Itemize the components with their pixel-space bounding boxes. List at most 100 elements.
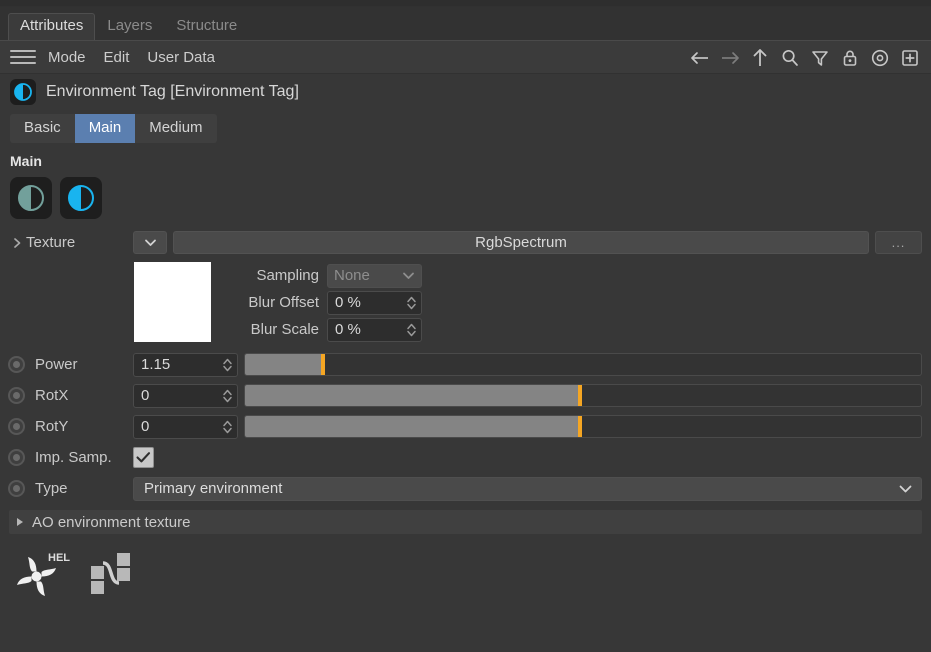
type-select[interactable]: Primary environment	[133, 476, 922, 501]
section-tabs: Basic Main Medium	[10, 114, 217, 143]
rotx-animate-toggle[interactable]	[8, 387, 25, 404]
texture-browse-button[interactable]: ...	[875, 231, 922, 254]
power-stepper[interactable]	[221, 357, 233, 373]
sampling-label: Sampling	[256, 267, 319, 284]
arrow-right-icon[interactable]	[717, 45, 743, 71]
power-input[interactable]: 1.15	[133, 352, 238, 377]
tab-layers[interactable]: Layers	[95, 13, 164, 40]
roty-slider-handle[interactable]	[577, 416, 582, 437]
environment-toggle-row	[0, 175, 931, 227]
sampling-fields: Sampling None Blur Offset 0 % Blur Scale…	[219, 262, 422, 343]
environment-tag-icon	[10, 79, 36, 105]
imp-samp-label: Imp. Samp.	[35, 449, 112, 466]
type-label-cell: Type	[8, 480, 133, 497]
power-slider-handle[interactable]	[320, 354, 325, 375]
roty-value: 0	[141, 418, 150, 435]
attributes-panel: Attributes Layers Structure Mode Edit Us…	[0, 0, 931, 652]
target-icon[interactable]	[867, 45, 893, 71]
rotx-slider-handle[interactable]	[577, 385, 582, 406]
roty-input-cell: 0	[133, 414, 238, 439]
menu-bar: Mode Edit User Data	[0, 41, 931, 74]
tab-main[interactable]: Main	[74, 114, 136, 143]
texture-name-field[interactable]: RgbSpectrum	[173, 231, 869, 254]
texture-dropdown-button[interactable]	[133, 231, 167, 254]
power-value: 1.15	[141, 356, 171, 373]
triangle-right-icon	[17, 518, 23, 526]
rotx-row: RotX 0	[0, 380, 931, 411]
search-icon[interactable]	[777, 45, 803, 71]
rotx-value: 0	[141, 387, 150, 404]
blur-offset-stepper[interactable]	[405, 295, 417, 311]
window-top-strip	[0, 0, 931, 7]
sampling-row: Sampling None	[219, 262, 422, 289]
texture-preview-block: Sampling None Blur Offset 0 % Blur Scale…	[0, 258, 931, 349]
type-animate-toggle[interactable]	[8, 480, 25, 497]
sampling-value: None	[334, 267, 370, 284]
type-value: Primary environment	[144, 480, 283, 497]
texture-thumbnail[interactable]	[134, 262, 211, 342]
power-slider-fill	[245, 354, 323, 375]
tab-attributes[interactable]: Attributes	[8, 13, 96, 40]
menu-edit[interactable]: Edit	[104, 49, 130, 66]
add-box-icon[interactable]	[897, 45, 923, 71]
texture-row: Texture RgbSpectrum ...	[0, 227, 931, 258]
group-heading-main: Main	[10, 153, 42, 169]
menu-mode[interactable]: Mode	[48, 49, 86, 66]
arrow-left-icon[interactable]	[687, 45, 713, 71]
rotx-input[interactable]: 0	[133, 383, 238, 408]
power-label: Power	[35, 356, 78, 373]
chevron-down-icon	[899, 485, 912, 492]
blur-scale-label: Blur Scale	[250, 321, 319, 338]
chevron-down-icon	[403, 272, 414, 279]
imp-samp-animate-toggle[interactable]	[8, 449, 25, 466]
power-row: Power 1.15	[0, 349, 931, 380]
blur-scale-stepper[interactable]	[405, 322, 417, 338]
blur-scale-row: Blur Scale 0 %	[219, 316, 422, 343]
texture-label-cell: Texture	[8, 234, 133, 251]
roty-animate-toggle[interactable]	[8, 418, 25, 435]
rotx-slider[interactable]	[244, 384, 922, 407]
chevron-right-icon[interactable]	[8, 237, 26, 249]
roty-stepper[interactable]	[221, 419, 233, 435]
roty-slider-fill	[245, 416, 580, 437]
tab-structure[interactable]: Structure	[164, 13, 249, 40]
rotx-slider-fill	[245, 385, 580, 406]
window-tab-bar: Attributes Layers Structure	[0, 7, 931, 41]
footer-icons: HELP	[0, 534, 931, 604]
ao-group-label: AO environment texture	[32, 513, 191, 531]
blur-offset-input[interactable]: 0 %	[327, 290, 422, 315]
help-label: HELP	[48, 552, 70, 564]
filter-icon[interactable]	[807, 45, 833, 71]
imp-samp-checkbox[interactable]	[133, 447, 154, 468]
roty-label-cell: RotY	[8, 418, 133, 435]
tab-medium[interactable]: Medium	[135, 114, 216, 143]
tab-basic[interactable]: Basic	[10, 114, 75, 143]
env-override-off-icon[interactable]	[10, 177, 52, 219]
roty-slider[interactable]	[244, 415, 922, 438]
imp-samp-row: Imp. Samp.	[0, 442, 931, 473]
roty-row: RotY 0	[0, 411, 931, 442]
rotx-input-cell: 0	[133, 383, 238, 408]
arrow-up-icon[interactable]	[747, 45, 773, 71]
power-animate-toggle[interactable]	[8, 356, 25, 373]
ao-environment-texture-group[interactable]: AO environment texture	[9, 510, 922, 534]
roty-input[interactable]: 0	[133, 414, 238, 439]
hamburger-icon[interactable]	[10, 48, 36, 66]
env-override-on-icon[interactable]	[60, 177, 102, 219]
rotx-stepper[interactable]	[221, 388, 233, 404]
texture-label: Texture	[26, 234, 76, 251]
object-header: Environment Tag [Environment Tag]	[0, 74, 931, 110]
lock-icon[interactable]	[837, 45, 863, 71]
menu-user-data[interactable]: User Data	[147, 49, 215, 66]
sampling-select[interactable]: None	[327, 263, 422, 288]
power-slider[interactable]	[244, 353, 922, 376]
attributes-body: Main Texture RgbSpectrum ... Sampling No…	[0, 143, 931, 604]
blur-scale-value: 0 %	[335, 321, 361, 338]
chaos-help-icon[interactable]: HELP	[14, 548, 77, 604]
rotx-label-cell: RotX	[8, 387, 133, 404]
blur-scale-input[interactable]: 0 %	[327, 317, 422, 342]
node-graph-icon[interactable]	[86, 548, 136, 602]
toolbar-icons	[687, 41, 923, 74]
power-input-cell: 1.15	[133, 352, 238, 377]
rotx-label: RotX	[35, 387, 69, 404]
